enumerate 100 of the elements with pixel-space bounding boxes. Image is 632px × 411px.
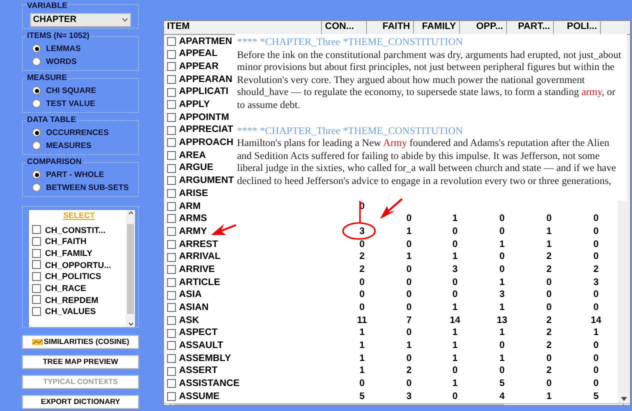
checkbox[interactable]: [167, 176, 176, 186]
list-item[interactable]: CH_REPDEM: [45, 296, 98, 304]
count-cell-text: 2: [545, 328, 553, 338]
checkbox[interactable]: [167, 138, 176, 148]
checkbox[interactable]: [167, 88, 176, 97]
item-cell: ARREST: [179, 240, 218, 250]
radio-button[interactable]: [32, 183, 41, 192]
checkbox[interactable]: [167, 354, 176, 364]
count-cell-text: 0: [405, 214, 413, 224]
count-cell-text: 11: [356, 316, 368, 326]
checkbox[interactable]: [167, 290, 176, 300]
checkbox[interactable]: [167, 36, 176, 46]
count-cell-text: 0: [498, 264, 506, 274]
item-cell: ARTICLE: [179, 278, 220, 288]
checkbox[interactable]: [167, 164, 176, 173]
checkbox[interactable]: [167, 379, 176, 388]
checkbox[interactable]: [167, 74, 176, 84]
checkbox[interactable]: [32, 237, 41, 246]
count-cell-text: 5: [592, 392, 600, 402]
checkbox[interactable]: [167, 240, 176, 249]
item-cell: APPEAR: [179, 62, 219, 72]
count-cell-text: 0: [545, 379, 553, 389]
count-cell-text: 2: [592, 264, 600, 274]
list-item[interactable]: CH_CONSTIT...: [45, 226, 106, 234]
count-cell-text: 0: [545, 278, 553, 288]
checkbox[interactable]: [167, 112, 176, 122]
checkbox[interactable]: [167, 50, 176, 59]
list-item[interactable]: CH_POLITICS: [45, 272, 102, 281]
checkbox[interactable]: [32, 260, 41, 270]
count-cell-text: 3: [592, 278, 600, 288]
checkbox[interactable]: [32, 307, 41, 316]
count-cell-text: 1: [405, 341, 413, 351]
list-item[interactable]: CH_VALUES: [45, 307, 96, 316]
item-cell: APPOINTM: [179, 112, 230, 122]
count-cell-text: 1: [545, 240, 553, 250]
count-cell-text: 0: [592, 354, 600, 364]
item-cell: APPRECIAT: [179, 125, 234, 135]
count-cell-text: 0: [498, 252, 506, 262]
radio-button[interactable]: [32, 86, 41, 95]
count-cell-text: 4: [498, 392, 506, 402]
checkbox[interactable]: [167, 151, 176, 160]
count-cell-text: 1: [498, 278, 506, 288]
item-cell: ASSISTANCE: [179, 379, 240, 389]
radio-button[interactable]: [32, 57, 41, 66]
checkbox[interactable]: [32, 248, 41, 258]
scroll-up-icon[interactable]: [128, 210, 134, 216]
scroll-down-icon[interactable]: [128, 321, 134, 327]
checkbox[interactable]: [167, 126, 176, 135]
count-cell-text: 1: [545, 226, 553, 236]
checkbox[interactable]: [167, 392, 176, 402]
radio-button[interactable]: [32, 128, 41, 137]
list-item[interactable]: CH_FAITH: [45, 237, 87, 246]
checkbox[interactable]: [167, 328, 176, 338]
radio-button[interactable]: [32, 170, 41, 179]
checkbox[interactable]: [167, 265, 176, 274]
checkbox[interactable]: [167, 100, 176, 110]
checkbox[interactable]: [32, 225, 41, 234]
count-cell-text: 0: [592, 214, 600, 224]
count-cell-text: 0: [545, 303, 553, 313]
checkbox[interactable]: [32, 272, 41, 282]
radio-button[interactable]: [32, 99, 41, 108]
checkbox[interactable]: [32, 284, 41, 293]
count-cell-text: 0: [451, 290, 459, 300]
item-cell: APPLY: [179, 100, 210, 110]
checkbox[interactable]: [167, 227, 176, 236]
item-cell: ARGUE: [179, 163, 214, 173]
list-title: SELECT: [63, 212, 95, 220]
checkbox[interactable]: [167, 303, 176, 312]
count-cell-text: 1: [545, 392, 553, 402]
radio-button[interactable]: [32, 141, 41, 150]
checkbox[interactable]: [167, 189, 176, 198]
checkbox[interactable]: [167, 62, 176, 72]
checkbox[interactable]: [167, 278, 176, 287]
count-cell-text: 0: [405, 264, 413, 274]
list-item[interactable]: CH_RACE: [45, 284, 86, 293]
checkbox[interactable]: [167, 341, 176, 350]
count-cell-text: 0: [545, 354, 553, 364]
count-cell-text: 1: [358, 354, 366, 364]
variable-dropdown[interactable]: CHAPTER: [30, 13, 131, 27]
list-item[interactable]: CH_OPPORTU...: [45, 260, 112, 270]
checkbox[interactable]: [167, 366, 176, 376]
count-cell-text: 0: [592, 379, 600, 389]
count-cell-text: 1: [451, 379, 459, 389]
checkbox[interactable]: [167, 214, 176, 224]
checkbox[interactable]: [167, 252, 176, 262]
count-cell-text: 0: [358, 278, 366, 288]
checkbox[interactable]: [167, 202, 176, 211]
radio-label: PART - WHOLE: [46, 170, 104, 178]
checkbox[interactable]: [32, 295, 41, 304]
count-cell-text: 2: [545, 341, 553, 351]
group-title: VARIABLE: [27, 2, 68, 10]
count-cell-text: 2: [545, 252, 553, 262]
item-cell: APPEAL: [179, 49, 218, 59]
count-cell-text: 2: [545, 264, 553, 274]
checkbox[interactable]: [167, 316, 176, 325]
count-cell-text: 0: [592, 341, 600, 351]
list-item[interactable]: CH_FAMILY: [45, 248, 92, 258]
item-cell: ARMY: [179, 226, 207, 236]
count-cell-text: 0: [358, 240, 366, 250]
radio-button[interactable]: [32, 44, 41, 53]
